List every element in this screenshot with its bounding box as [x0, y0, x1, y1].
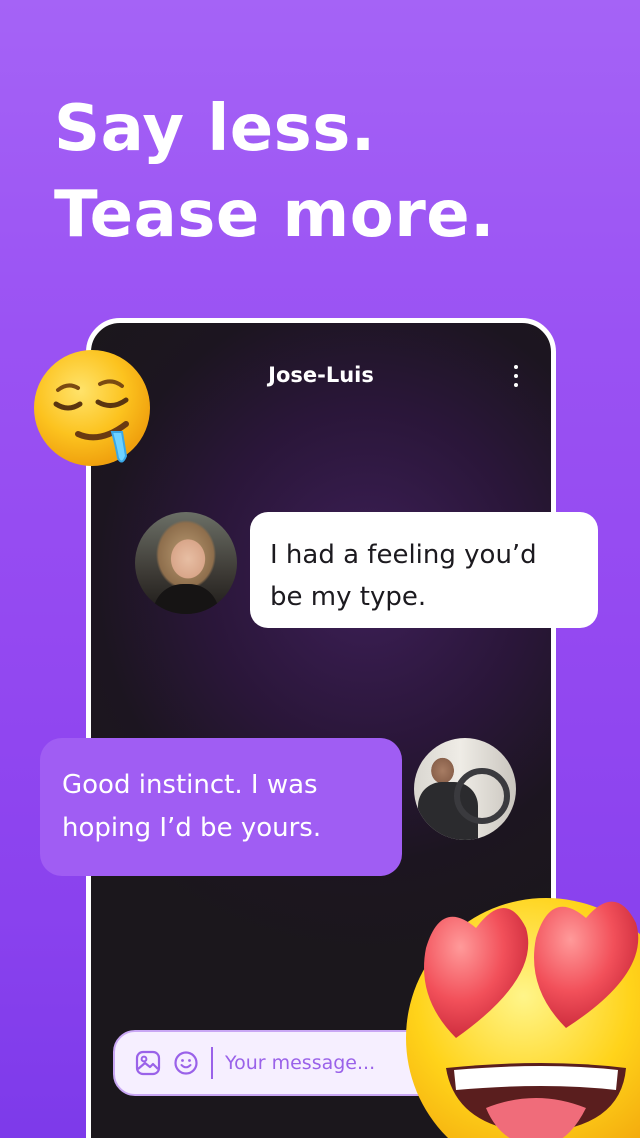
headline-line-1: Say less.	[54, 92, 376, 166]
image-gallery-icon[interactable]	[133, 1048, 163, 1078]
input-divider	[211, 1047, 213, 1079]
headline: Say less. Tease more.	[54, 86, 495, 258]
smiley-icon[interactable]	[171, 1048, 201, 1078]
heart-eyes-emoji	[406, 898, 640, 1138]
message-text-line: I had a feeling you’d	[270, 540, 537, 570]
headline-line-2: Tease more.	[54, 178, 495, 252]
message-text-line: be my type.	[270, 582, 427, 612]
message-text-line: hoping I’d be yours.	[62, 813, 322, 843]
avatar-him[interactable]	[414, 738, 516, 840]
more-vertical-icon[interactable]	[511, 365, 521, 387]
message-bubble-outgoing: Good instinct. I was hoping I’d be yours…	[40, 738, 402, 876]
message-bubble-incoming: I had a feeling you’d be my type.	[250, 512, 598, 628]
message-text-line: Good instinct. I was	[62, 770, 318, 800]
drooling-face-emoji	[34, 350, 150, 466]
avatar-her[interactable]	[135, 512, 237, 614]
message-input-placeholder[interactable]: Your message...	[225, 1052, 375, 1074]
chat-contact-name: Jose-Luis	[268, 363, 374, 387]
